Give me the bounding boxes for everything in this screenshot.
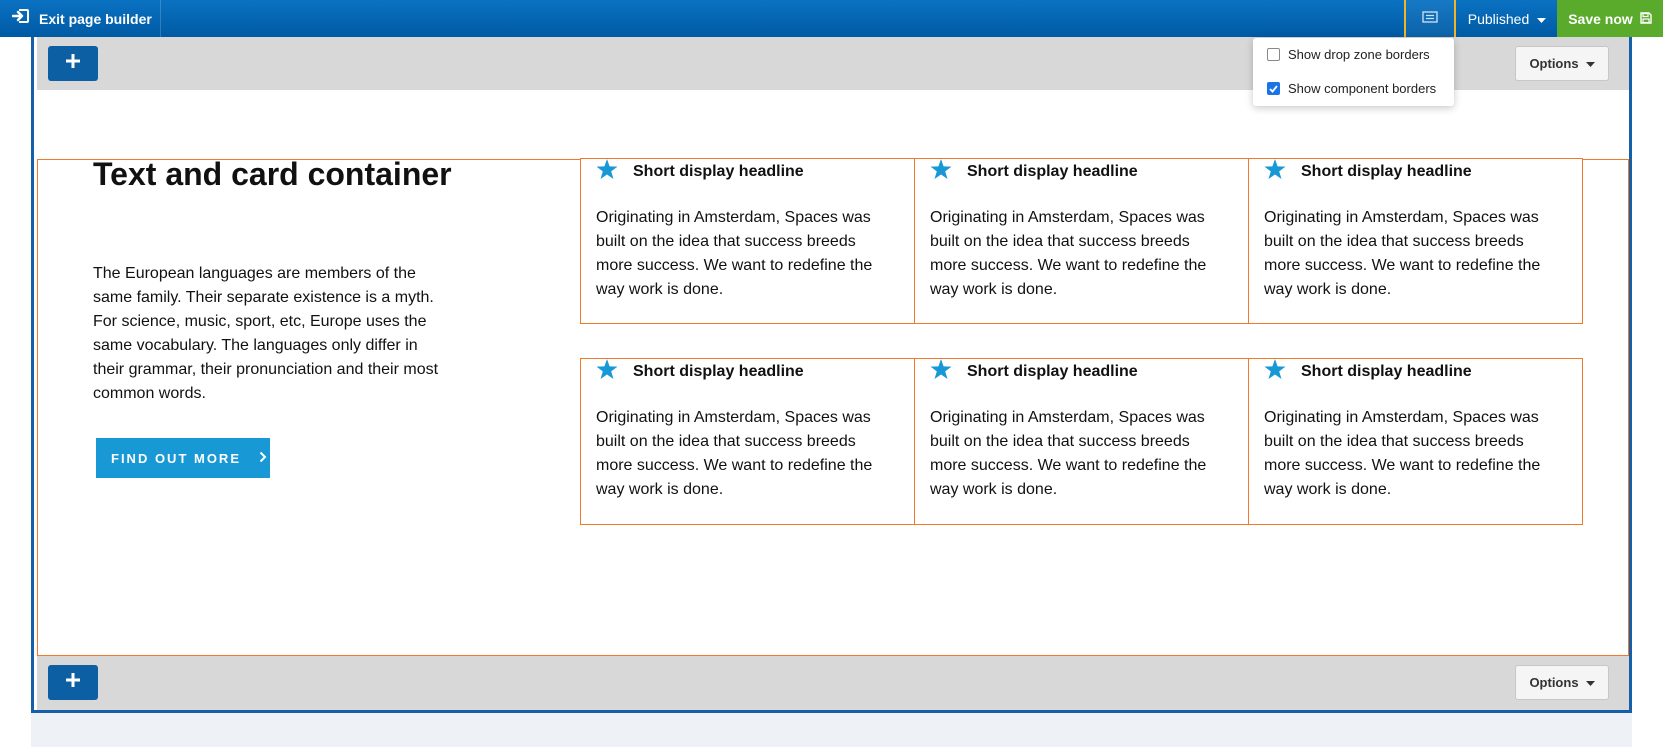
card[interactable]: Short display headline Originating in Am… [580,158,915,324]
layout-icon [1422,10,1438,28]
card-header: Short display headline [596,359,804,385]
card-text: Originating in Amsterdam, Spaces was bui… [1264,409,1541,498]
card-text: Originating in Amsterdam, Spaces was bui… [596,409,873,498]
drop-zone-borders-checkbox[interactable] [1267,48,1280,61]
plus-icon [65,672,81,693]
floppy-disk-icon [1640,11,1652,27]
component-borders-label: Show component borders [1288,81,1437,96]
container-body-text: The European languages are members of th… [93,265,439,402]
top-toolbar: Exit page builder Published Save now [0,0,1663,40]
card-title: Short display headline [967,163,1138,180]
card-header: Short display headline [930,359,1138,385]
card-header: Short display headline [1264,159,1472,185]
card-header: Short display headline [930,159,1138,185]
caret-down-icon [1537,11,1547,27]
options-button-bottom[interactable]: Options [1515,665,1609,700]
add-component-button-top[interactable] [48,46,98,81]
component-borders-toggle-button[interactable] [1404,0,1456,40]
drop-zone-borders-label: Show drop zone borders [1288,47,1430,62]
card-text: Originating in Amsterdam, Spaces was bui… [596,209,873,298]
star-icon [930,159,952,185]
star-icon [1264,159,1286,185]
card-header: Short display headline [596,159,804,185]
star-icon [596,159,618,185]
card[interactable]: Short display headline Originating in Am… [914,358,1249,525]
card-title: Short display headline [967,363,1138,380]
exit-icon [11,8,30,29]
card[interactable]: Short display headline Originating in Am… [914,158,1249,324]
card-title: Short display headline [633,163,804,180]
options-button-top[interactable]: Options [1515,46,1609,81]
star-icon [930,359,952,385]
plus-icon [65,53,81,74]
card-header: Short display headline [1264,359,1472,385]
card-title: Short display headline [633,363,804,380]
options-label: Options [1529,56,1579,71]
card-title: Short display headline [1301,363,1472,380]
star-icon [1264,359,1286,385]
save-now-button[interactable]: Save now [1557,0,1663,37]
card[interactable]: Short display headline Originating in Am… [1248,358,1583,525]
border-options-popover: Show drop zone borders Show component bo… [1253,38,1454,106]
container-title: Text and card container [93,156,452,192]
chevron-right-icon [259,451,267,466]
options-label: Options [1529,675,1579,690]
add-component-button-bottom[interactable] [48,665,98,700]
status-label: Published [1467,10,1530,27]
show-drop-zone-borders-option[interactable]: Show drop zone borders [1267,47,1430,62]
star-icon [596,359,618,385]
exit-page-builder-button[interactable]: Exit page builder [0,0,161,37]
card-text: Originating in Amsterdam, Spaces was bui… [930,209,1207,298]
card-text: Originating in Amsterdam, Spaces was bui… [1264,209,1541,298]
component-borders-checkbox[interactable] [1267,82,1280,95]
exit-label: Exit page builder [39,10,152,27]
show-component-borders-option[interactable]: Show component borders [1267,81,1436,96]
caret-down-icon [1585,675,1595,690]
card[interactable]: Short display headline Originating in Am… [1248,158,1583,324]
card-title: Short display headline [1301,163,1472,180]
card[interactable]: Short display headline Originating in Am… [580,358,915,525]
find-out-more-button[interactable]: FIND OUT MORE [96,438,270,478]
card-text: Originating in Amsterdam, Spaces was bui… [930,409,1207,498]
caret-down-icon [1585,56,1595,71]
save-label: Save now [1568,10,1633,27]
publish-status-dropdown[interactable]: Published [1458,0,1556,37]
cta-label: FIND OUT MORE [111,450,241,466]
drop-zone-bottom: Options [37,656,1629,710]
